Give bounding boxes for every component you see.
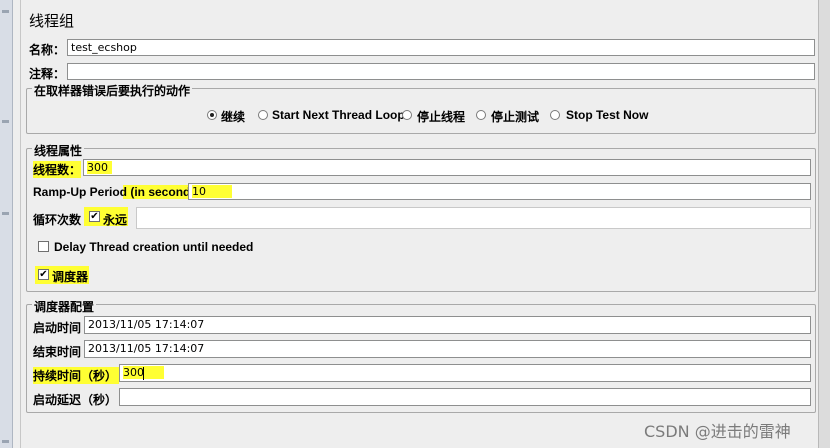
right-scroll-strip[interactable]	[818, 0, 830, 448]
loop-count-input[interactable]	[136, 207, 811, 229]
start-time-label: 启动时间	[33, 321, 82, 335]
strip-marker	[2, 120, 9, 123]
radio-start-next-loop[interactable]	[258, 110, 268, 120]
thread-count-label: 线程数：	[33, 161, 82, 178]
radio-start-next-loop-label: Start Next Thread Loop	[272, 108, 405, 122]
delay-thread-label: Delay Thread creation until needed	[54, 240, 254, 254]
radio-stop-thread[interactable]	[402, 110, 412, 120]
strip-marker	[2, 10, 9, 13]
error-action-legend: 在取样器错误后要执行的动作	[32, 82, 193, 99]
duration-input[interactable]: 300	[119, 364, 811, 382]
duration-label: 持续时间（秒）	[33, 367, 120, 384]
delay-thread-checkbox[interactable]	[38, 241, 49, 252]
radio-stop-test-now-label: Stop Test Now	[566, 108, 649, 122]
comment-input[interactable]	[67, 63, 815, 80]
end-time-label: 结束时间	[33, 345, 82, 359]
strip-marker	[2, 440, 9, 443]
end-time-input[interactable]: 2013/11/05 17:14:07	[84, 340, 811, 358]
startup-delay-input[interactable]	[119, 388, 811, 406]
rampup-label: Ramp-Up Period (in seconds):	[33, 185, 206, 199]
forever-checkbox[interactable]: ✔	[89, 211, 100, 222]
thread-count-value: 300	[87, 161, 112, 174]
rampup-label-text: Ramp-Up Period (in seconds):	[33, 185, 206, 199]
name-input[interactable]: test_ecshop	[67, 39, 815, 56]
start-time-input[interactable]: 2013/11/05 17:14:07	[84, 316, 811, 334]
thread-properties-legend: 线程属性	[32, 142, 85, 159]
left-tree-strip	[0, 0, 13, 448]
rampup-input[interactable]: 10	[188, 183, 811, 200]
watermark: CSDN @进击的雷神	[644, 422, 791, 441]
radio-stop-test[interactable]	[476, 110, 486, 120]
strip-marker	[2, 212, 9, 215]
rampup-value: 10	[192, 185, 232, 198]
thread-count-input[interactable]: 300	[83, 159, 811, 176]
thread-group-panel: 线程组 名称： test_ecshop 注释： 在取样器错误后要执行的动作 继续…	[20, 0, 819, 448]
radio-stop-thread-label: 停止线程	[417, 110, 466, 124]
text-cursor	[143, 367, 144, 380]
scheduler-checkbox[interactable]: ✔	[38, 269, 49, 280]
comment-label: 注释：	[29, 67, 66, 81]
forever-label: 永远	[103, 213, 128, 227]
radio-stop-test-label: 停止测试	[491, 110, 540, 124]
loop-count-label: 循环次数	[33, 213, 82, 227]
scheduler-config-legend: 调度器配置	[32, 298, 97, 315]
radio-continue-label: 继续	[221, 110, 246, 124]
radio-stop-test-now[interactable]	[550, 110, 560, 120]
radio-continue[interactable]	[207, 110, 217, 120]
scheduler-label: 调度器	[52, 270, 89, 284]
startup-delay-label: 启动延迟（秒）	[33, 393, 118, 407]
panel-title: 线程组	[29, 12, 75, 30]
name-label: 名称：	[29, 43, 66, 57]
